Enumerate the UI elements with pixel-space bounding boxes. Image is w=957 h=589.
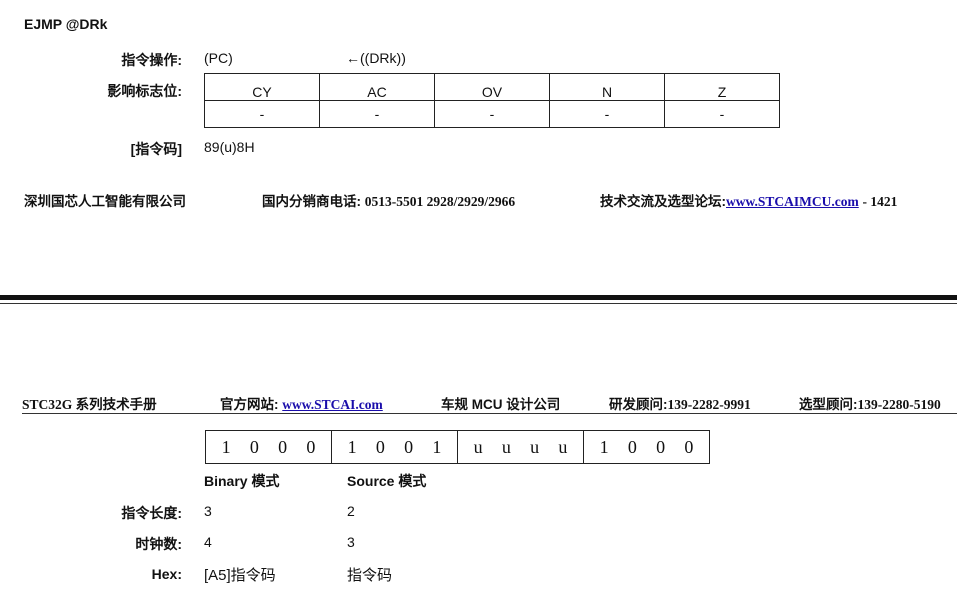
clock-count-binary: 4 [204, 534, 212, 550]
opcode-bit-table: 1 0 0 0 1 0 0 1 u u u u 1 0 0 0 [205, 430, 710, 464]
header-site-label: 官方网站: [220, 397, 279, 412]
clock-count-label: 时钟数: [135, 536, 182, 552]
header-site: 官方网站: www.STCAI.com [220, 393, 383, 413]
flag-value-ov: - [434, 100, 550, 128]
operation-dest: (PC) [204, 50, 233, 66]
bit: u [473, 436, 483, 457]
bit: u [558, 436, 568, 457]
bit: 0 [684, 436, 694, 457]
flag-value-ac: - [319, 100, 435, 128]
opcode-label: [指令码] [130, 141, 182, 157]
footer-company: 深圳国芯人工智能有限公司 [24, 194, 186, 209]
flag-value-n: - [549, 100, 665, 128]
flag-value-z: - [664, 100, 780, 128]
bit: 0 [404, 436, 414, 457]
bit: 0 [278, 436, 288, 457]
flag-header-ov: OV [434, 73, 550, 101]
bit: u [530, 436, 540, 457]
flag-header-ac: AC [319, 73, 435, 101]
flag-header-n: N [549, 73, 665, 101]
bit: 1 [432, 436, 442, 457]
bit: 0 [627, 436, 637, 457]
page-break-thin-rule [0, 303, 957, 304]
opcode-value: 89(u)8H [204, 139, 255, 155]
footer-forum-link[interactable]: www.STCAIMCU.com [726, 194, 859, 209]
footer-phone-label: 国内分销商电话: [262, 194, 361, 209]
flag-value-cy: - [204, 100, 320, 128]
binary-mode-header: Binary 模式 [204, 473, 280, 489]
footer-forum-label: 技术交流及选型论坛: [600, 194, 726, 209]
header-selection: 选型顾问:139-2280-5190 [799, 393, 941, 413]
hex-binary: [A5]指令码 [204, 567, 276, 584]
footer-phone-value: 0513-5501 2928/2929/2966 [364, 194, 516, 209]
flag-header-z: Z [664, 73, 780, 101]
header-rd-label: 研发顾问: [609, 397, 668, 412]
bit-group-2: 1 0 0 1 [331, 430, 458, 464]
instruction-length-binary: 3 [204, 503, 212, 519]
bit: 0 [306, 436, 316, 457]
page-break-thick-rule [0, 295, 957, 300]
source-mode-header: Source 模式 [347, 473, 427, 489]
header-site-link[interactable]: www.STCAI.com [282, 397, 383, 412]
flags-label: 影响标志位: [107, 83, 182, 99]
bit-group-4: 1 0 0 0 [583, 430, 710, 464]
header-rd-value: 139-2282-9991 [667, 397, 751, 412]
bit-group-3: u u u u [457, 430, 584, 464]
footer-phone: 国内分销商电话: 0513-5501 2928/2929/2966 [262, 190, 515, 210]
header-company: 车规 MCU 设计公司 [441, 397, 561, 412]
bit-group-1: 1 0 0 0 [205, 430, 332, 464]
bit: 1 [221, 436, 231, 457]
operation-label: 指令操作: [121, 52, 182, 68]
bit: 0 [375, 436, 385, 457]
hex-label: Hex: [151, 566, 182, 582]
clock-count-source: 3 [347, 534, 355, 550]
header-rd: 研发顾问:139-2282-9991 [609, 393, 751, 413]
header-selection-label: 选型顾问: [799, 397, 858, 412]
header-manual-title: STC32G 系列技术手册 [22, 397, 157, 412]
flag-header-cy: CY [204, 73, 320, 101]
header-rule [22, 413, 957, 414]
bit: u [501, 436, 511, 457]
bit: 0 [249, 436, 259, 457]
instruction-title: EJMP @DRk [24, 16, 108, 32]
flags-table: CY AC OV N Z - - - - - [204, 73, 780, 128]
header-selection-value: 139-2280-5190 [857, 397, 941, 412]
bit: 0 [656, 436, 666, 457]
operation-expression: ←((DRk)) [346, 50, 406, 66]
instruction-length-label: 指令长度: [121, 505, 182, 521]
bit: 1 [347, 436, 357, 457]
bit: 1 [599, 436, 609, 457]
instruction-length-source: 2 [347, 503, 355, 519]
footer-forum: 技术交流及选型论坛:www.STCAIMCU.com - 1421 [600, 190, 897, 210]
footer-forum-tail: - 1421 [862, 194, 898, 209]
hex-source: 指令码 [347, 567, 393, 584]
